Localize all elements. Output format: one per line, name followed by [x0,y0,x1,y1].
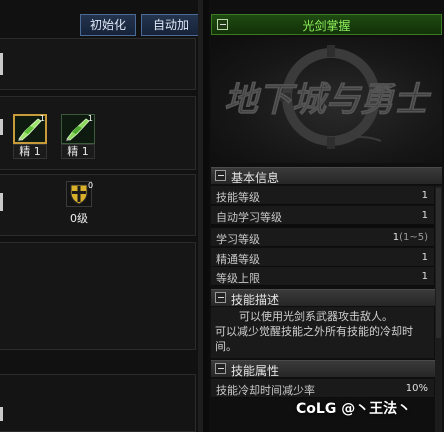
section-title: 技能属性 [231,364,280,378]
row-edge-marker [0,193,3,211]
info-value-range: (1~5) [399,232,428,243]
skill-tree-pane: 初始化 自动加点 1 精 1 1 精 1 [0,0,203,432]
skill-level-caption: 0级 [70,212,88,225]
skill-tree-scrollbar[interactable] [198,0,203,432]
section-title: 基本信息 [231,171,280,185]
section-header-attributes[interactable]: 技能属性 [211,360,442,378]
skill-row-panel [0,242,196,350]
skill-slot-lightsaber-skill[interactable]: 1 精 1 [61,114,95,160]
site-watermark: CoLG @丶王法丶 [296,398,411,420]
description-line: 可以使用光剑系武器攻击敌人。 [239,310,393,323]
section-header-basic-info[interactable]: 基本信息 [211,167,442,185]
info-row: 精通等级 1 [211,248,434,267]
info-label: 技能等级 [216,191,260,204]
info-label: 精通等级 [216,253,260,266]
info-value: 1(1~5) [393,232,428,243]
info-label: 自动学习等级 [216,211,282,224]
info-row: 技能等级 1 [211,186,434,205]
skill-row-panel [0,174,196,236]
detail-scrollbar[interactable] [435,186,442,432]
skill-level-badge: 1 [39,114,45,123]
description-line: 可以减少觉醒技能之外所有技能的冷却时间。 [215,325,413,353]
info-row: 等级上限 1 [211,267,434,286]
info-label: 学习等级 [216,233,260,246]
scrollbar-thumb[interactable] [436,188,441,338]
skill-slot-passive-shield[interactable]: 0 0级 [62,181,96,227]
info-row: 学习等级 1(1~5) [211,228,434,247]
skill-level-badge: 1 [87,114,93,123]
info-value: 1 [421,252,428,263]
skill-description: 可以使用光剑系武器攻击敌人。 可以减少觉醒技能之外所有技能的冷却时间。 [211,307,434,358]
skill-row-panel [0,374,196,432]
attribute-row: 技能冷却时间减少率 10% [211,379,434,398]
skill-detail-pane: 光剑掌握 地下城与勇士 基本信息 技能等级 1 自动学习等级 1 学习等级 1(… [209,0,444,432]
info-row: 自动学习等级 1 [211,206,434,225]
info-value: 1 [421,271,428,282]
skill-title-bar: 光剑掌握 [211,14,442,35]
skill-slot-lightsaber-mastery[interactable]: 1 精 1 [13,114,47,160]
game-logo-artwork: 地下城与勇士 [211,37,442,163]
section-header-description[interactable]: 技能描述 [211,289,442,307]
skill-mastery-caption: 精 1 [61,144,95,159]
skill-mastery-caption: 精 1 [13,144,47,159]
collapse-icon[interactable] [215,363,226,374]
attribute-label: 技能冷却时间减少率 [216,384,315,397]
section-title: 技能描述 [231,293,280,307]
watermark-logo: CoLG [296,401,337,417]
skill-level-badge: 0 [88,181,94,190]
logo-text: 地下城与勇士 [224,80,432,120]
collapse-icon[interactable] [215,292,226,303]
reset-skills-button[interactable]: 初始化 [80,14,136,36]
row-edge-marker [0,119,3,135]
row-edge-marker [0,53,3,75]
collapse-icon[interactable] [215,170,226,181]
skill-row-panel [0,38,196,90]
info-value: 1 [421,210,428,221]
auto-assign-button[interactable]: 自动加点 [141,14,201,52]
row-edge-marker [0,407,3,421]
watermark-handle: @丶王法丶 [341,401,412,417]
attribute-value: 10% [405,383,428,394]
info-label: 等级上限 [216,272,260,285]
info-value: 1 [421,190,428,201]
skill-name: 光剑掌握 [302,19,351,33]
